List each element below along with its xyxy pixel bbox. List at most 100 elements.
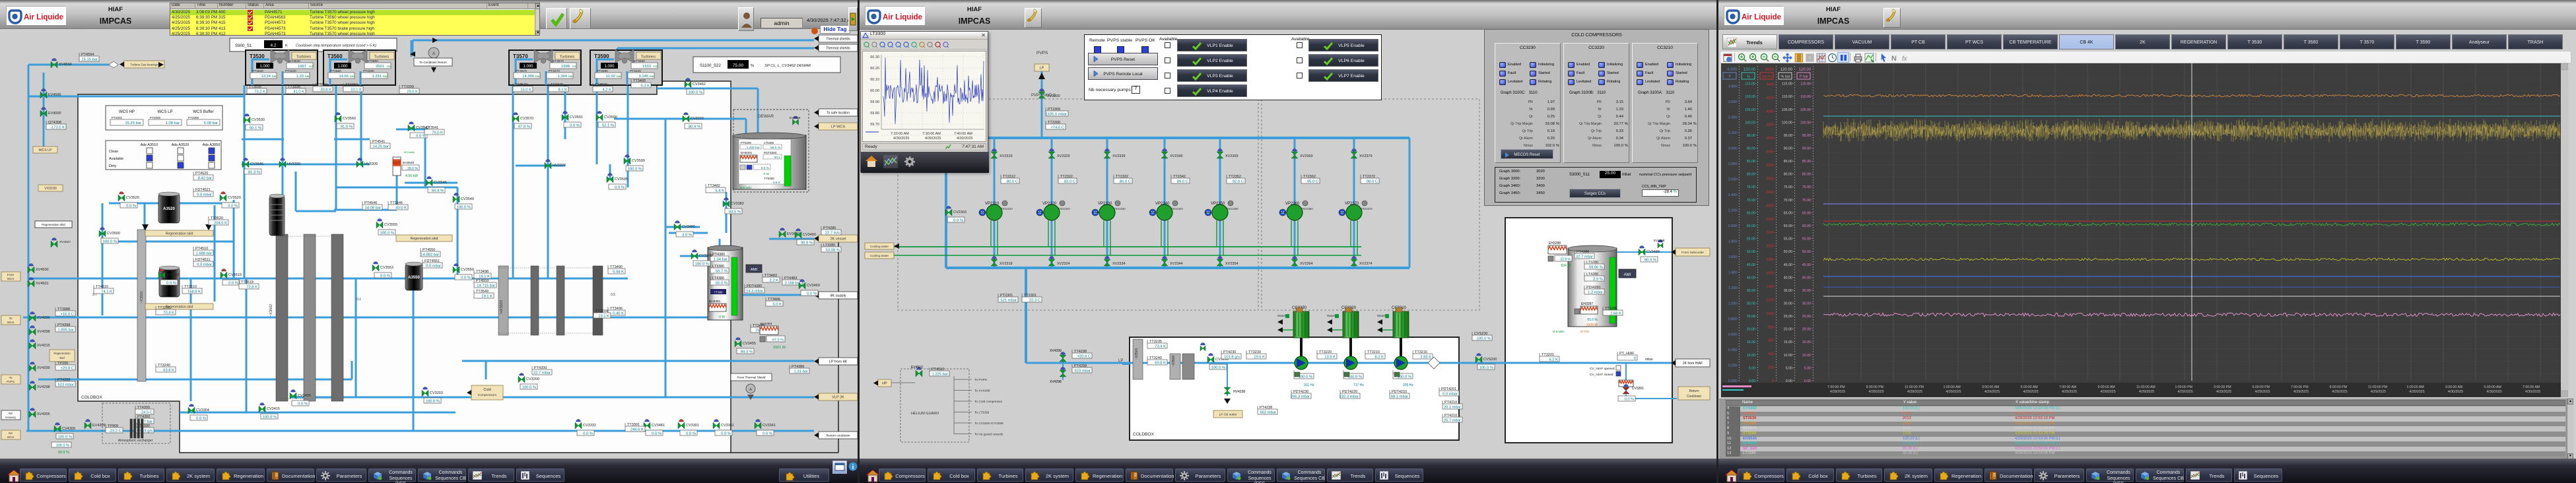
svg-text:M: M — [1094, 211, 1097, 215]
svg-text:TSH2320: TSH2320 — [1058, 207, 1070, 210]
svg-text:1.2 mbar: 1.2 mbar — [1588, 291, 1603, 295]
svg-text:0.0 %: 0.0 % — [126, 205, 136, 209]
svg-text:WCS: WCS — [7, 435, 15, 439]
svg-text:75.00: 75.00 — [1802, 185, 1811, 189]
svg-text:HV3339: HV3339 — [287, 162, 300, 166]
svg-text:0: 0 — [1772, 379, 1774, 383]
svg-text:TSH2310: TSH2310 — [1001, 207, 1013, 210]
svg-text:65.00: 65.00 — [1784, 211, 1792, 215]
svg-text:bar: bar — [617, 75, 621, 79]
svg-text:2.400: 2.400 — [1728, 193, 1737, 197]
svg-text:22.7 m/s: 22.7 m/s — [825, 232, 840, 236]
svg-text:TSH2350: TSH2350 — [1227, 207, 1238, 210]
svg-text:CV3469: CV3469 — [807, 284, 820, 288]
svg-text:+20.8 C: +20.8 C — [1077, 355, 1091, 359]
svg-text:To: To — [9, 376, 13, 379]
svg-text:521 mbar: 521 mbar — [1001, 299, 1017, 303]
svg-text:22.7 mbar: 22.7 mbar — [533, 371, 551, 375]
svg-text:100.0 %: 100.0 % — [58, 435, 72, 439]
svg-text:4/30/2025: 4/30/2025 — [2448, 390, 2463, 394]
svg-text:3200: 3200 — [1766, 164, 1774, 168]
svg-text:91.0 %: 91.0 % — [341, 125, 353, 129]
svg-text:9:00:00 PM: 9:00:00 PM — [1866, 385, 1884, 389]
svg-text:WCS Buffer: WCS Buffer — [193, 110, 214, 114]
svg-text:Regeneration skid: Regeneration skid — [166, 232, 193, 236]
svg-text:XV2339: XV2339 — [1112, 154, 1126, 158]
svg-text:80.00: 80.00 — [1747, 173, 1755, 177]
svg-text:10.1 K: 10.1 K — [351, 88, 362, 92]
svg-text:EV4566: EV4566 — [48, 93, 61, 97]
svg-text:LT5380: LT5380 — [764, 141, 774, 145]
svg-text:2.600: 2.600 — [1728, 178, 1737, 182]
svg-text:Thermal shields: Thermal shields — [826, 47, 850, 51]
svg-text:717 Hz: 717 Hz — [1353, 383, 1364, 387]
svg-text:100.0 %: 100.0 % — [56, 444, 69, 448]
svg-text:0.0 %: 0.0 % — [461, 276, 471, 280]
svg-text:100.0 %: 100.0 % — [628, 168, 642, 172]
svg-text:CV3351: CV3351 — [721, 424, 734, 428]
svg-text:0.0 %: 0.0 % — [686, 432, 696, 436]
svg-text:110.00: 110.00 — [1800, 95, 1811, 99]
svg-text:4.2: 4.2 — [270, 44, 276, 48]
svg-text:CV3301: CV3301 — [1632, 387, 1644, 391]
svg-text:PDT5380: PDT5380 — [764, 151, 777, 154]
svg-text:0 W: 0 W — [763, 172, 769, 176]
svg-text:20.00: 20.00 — [1802, 328, 1811, 332]
svg-text:0.0 %: 0.0 % — [761, 166, 770, 170]
svg-text:10.00: 10.00 — [1747, 354, 1755, 358]
svg-text:Turbines: Turbines — [641, 55, 656, 59]
svg-text:WCS: WCS — [7, 277, 15, 280]
svg-text:S900_S1: S900_S1 — [235, 44, 252, 48]
svg-text:45.00: 45.00 — [1747, 263, 1755, 267]
svg-text:84.5 %: 84.5 % — [729, 210, 741, 214]
svg-text:1.07 bar: 1.07 bar — [139, 420, 153, 424]
svg-text:2.200: 2.200 — [1728, 209, 1737, 213]
svg-text:4/29/2025: 4/29/2025 — [2023, 390, 2039, 394]
svg-text:Cooling water: Cooling water — [870, 254, 889, 257]
svg-text:CV3549: CV3549 — [461, 197, 474, 201]
svg-text:60.1 %: 60.1 % — [250, 127, 261, 131]
svg-text:3:00:00 PM: 3:00:00 PM — [2214, 385, 2231, 389]
svg-text:8.42 bar: 8.42 bar — [198, 177, 212, 181]
svg-text:60.00: 60.00 — [1784, 224, 1792, 228]
svg-text:XV2379: XV2379 — [1359, 154, 1373, 158]
svg-text:105.00: 105.00 — [1800, 108, 1811, 112]
svg-text:1:00:00 AM: 1:00:00 AM — [2407, 385, 2424, 389]
svg-text:Cooling water: Cooling water — [870, 245, 889, 248]
svg-text:15.15 bar: 15.15 bar — [82, 58, 98, 62]
svg-text:mbar: mbar — [1645, 358, 1653, 362]
svg-text:1:00:00 PM: 1:00:00 PM — [2175, 385, 2193, 389]
svg-text:VP2350: VP2350 — [1211, 202, 1225, 206]
svg-text:65.00: 65.00 — [1802, 211, 1811, 215]
svg-text:120.00: 120.00 — [1799, 68, 1812, 72]
svg-text:67.0 %: 67.0 % — [772, 338, 784, 342]
svg-text:EH5301: EH5301 — [741, 151, 753, 155]
svg-text:Return cooldown: Return cooldown — [827, 434, 850, 438]
svg-text:1000: 1000 — [1766, 312, 1774, 316]
svg-text:5.0 K: 5.0 K — [772, 303, 782, 307]
svg-text:800: 800 — [1768, 325, 1774, 329]
svg-text:4/28/2025: 4/28/2025 — [1830, 390, 1845, 394]
svg-text:16.0 K: 16.0 K — [520, 88, 531, 92]
svg-text:53.08 %: 53.08 % — [826, 249, 840, 253]
svg-text:CV3510: CV3510 — [166, 273, 180, 277]
svg-text:M TSH: M TSH — [1580, 330, 1589, 333]
svg-text:0.0 %: 0.0 % — [652, 432, 661, 436]
svg-text:Clean: Clean — [109, 150, 118, 154]
svg-text:25.00: 25.00 — [1802, 315, 1811, 319]
svg-text:6.2 K: 6.2 K — [1549, 358, 1558, 362]
svg-text:65.5 %: 65.5 % — [1587, 318, 1598, 322]
svg-text:HV4238: HV4238 — [1233, 390, 1245, 394]
svg-text:35.00: 35.00 — [1784, 289, 1792, 293]
svg-text:4/29/2025: 4/29/2025 — [2371, 390, 2386, 394]
svg-text:90.9 %: 90.9 % — [801, 242, 813, 245]
svg-text:SP CL_L_CV3462 DEWAR: SP CL_L_CV3462 DEWAR — [764, 64, 811, 68]
svg-text:-23.2 C: -23.2 C — [109, 430, 121, 434]
svg-text:59.80: 59.80 — [870, 112, 879, 115]
svg-text:15.00: 15.00 — [1784, 340, 1792, 344]
svg-text:69.8 K: 69.8 K — [1155, 362, 1166, 366]
svg-text:EV4000: EV4000 — [48, 112, 61, 115]
svg-text:14.882 bar: 14.882 bar — [421, 253, 439, 257]
svg-text:0.0 %: 0.0 % — [583, 432, 593, 436]
svg-text:Atmospheric exchanger: Atmospheric exchanger — [118, 439, 153, 443]
